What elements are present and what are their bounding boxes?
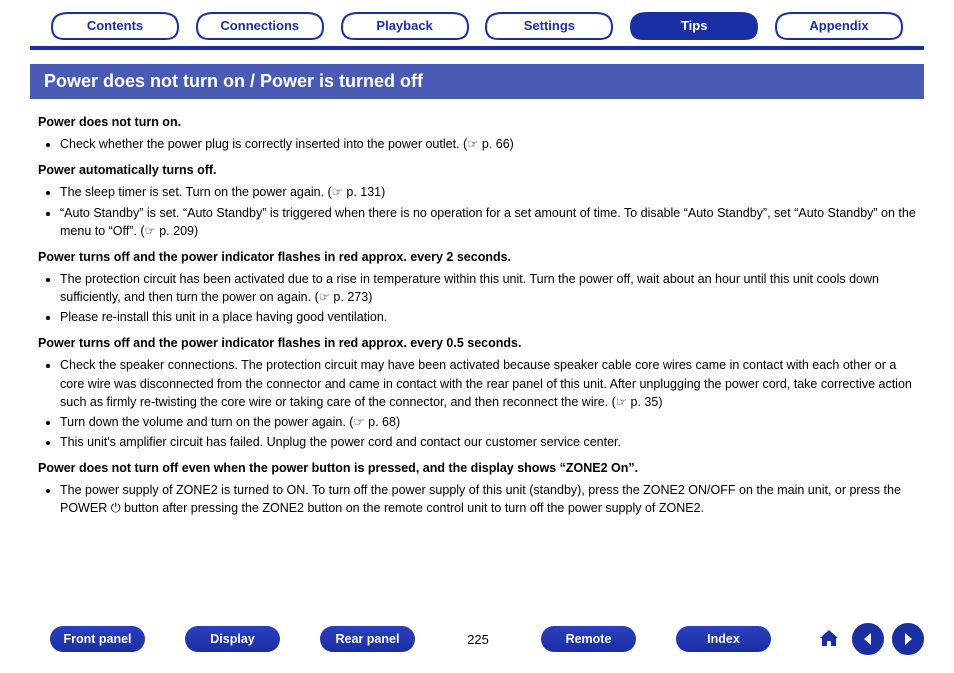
- link-display[interactable]: Display: [185, 626, 280, 652]
- tab-label: Tips: [681, 18, 708, 33]
- section-list: The sleep timer is set. Turn on the powe…: [38, 183, 916, 239]
- list-item: Turn down the volume and turn on the pow…: [60, 413, 916, 431]
- item-text: Turn down the volume and turn on the pow…: [60, 415, 346, 429]
- item-text: The sleep timer is set. Turn on the powe…: [60, 185, 324, 199]
- item-text: Check the speaker connections. The prote…: [60, 358, 912, 408]
- tab-contents[interactable]: Contents: [50, 12, 180, 40]
- section-list: The power supply of ZONE2 is turned to O…: [38, 481, 916, 517]
- tab-label: Contents: [87, 18, 143, 33]
- next-page-icon[interactable]: [892, 623, 924, 655]
- pointing-hand-icon: ☞: [319, 290, 330, 304]
- link-index[interactable]: Index: [676, 626, 771, 652]
- pointing-hand-icon: ☞: [353, 415, 364, 429]
- link-front-panel[interactable]: Front panel: [50, 626, 145, 652]
- list-item: The protection circuit has been activate…: [60, 270, 916, 306]
- page-ref[interactable]: p. 209: [156, 224, 194, 238]
- prev-page-icon[interactable]: [852, 623, 884, 655]
- page-number: 225: [455, 632, 501, 647]
- link-rear-panel[interactable]: Rear panel: [320, 626, 415, 652]
- item-text: This unit's amplifier circuit has failed…: [60, 435, 621, 449]
- tab-label: Connections: [220, 18, 299, 33]
- section-band: Power does not turn on / Power is turned…: [30, 64, 924, 99]
- section-list: Check whether the power plug is correctl…: [38, 135, 916, 153]
- section-list: Check the speaker connections. The prote…: [38, 356, 916, 451]
- section-title: Power does not turn off even when the po…: [38, 459, 916, 477]
- list-item: This unit's amplifier circuit has failed…: [60, 433, 916, 451]
- pointing-hand-icon: ☞: [467, 137, 478, 151]
- section-title: Power automatically turns off.: [38, 161, 916, 179]
- list-item: Please re-install this unit in a place h…: [60, 308, 916, 326]
- page-ref[interactable]: p. 68: [365, 415, 396, 429]
- tab-label: Appendix: [809, 18, 868, 33]
- tab-settings[interactable]: Settings: [484, 12, 614, 40]
- home-icon[interactable]: [814, 624, 844, 654]
- item-text: Check whether the power plug is correctl…: [60, 137, 460, 151]
- tab-appendix[interactable]: Appendix: [774, 12, 904, 40]
- item-text: The protection circuit has been activate…: [60, 272, 879, 304]
- list-item: “Auto Standby” is set. “Auto Standby” is…: [60, 204, 916, 240]
- list-item: Check whether the power plug is correctl…: [60, 135, 916, 153]
- item-text: The power supply of ZONE2 is turned to O…: [60, 483, 901, 515]
- list-item: The power supply of ZONE2 is turned to O…: [60, 481, 916, 517]
- section-title: Power does not turn on.: [38, 113, 916, 131]
- pointing-hand-icon: ☞: [616, 395, 627, 409]
- section-title: Power turns off and the power indicator …: [38, 248, 916, 266]
- item-text: Please re-install this unit in a place h…: [60, 310, 387, 324]
- tab-label: Settings: [524, 18, 575, 33]
- page-ref[interactable]: p. 131: [343, 185, 381, 199]
- list-item: Check the speaker connections. The prote…: [60, 356, 916, 410]
- pointing-hand-icon: ☞: [145, 224, 156, 238]
- list-item: The sleep timer is set. Turn on the powe…: [60, 183, 916, 201]
- link-remote[interactable]: Remote: [541, 626, 636, 652]
- tab-divider: [30, 46, 924, 50]
- tab-playback[interactable]: Playback: [340, 12, 470, 40]
- pointing-hand-icon: ☞: [332, 185, 343, 199]
- tab-label: Playback: [376, 18, 432, 33]
- section-title: Power turns off and the power indicator …: [38, 334, 916, 352]
- section-list: The protection circuit has been activate…: [38, 270, 916, 326]
- tab-connections[interactable]: Connections: [195, 12, 325, 40]
- page-ref[interactable]: p. 35: [627, 395, 658, 409]
- tab-tips[interactable]: Tips: [629, 12, 759, 40]
- page-ref[interactable]: p. 66: [478, 137, 509, 151]
- page-ref[interactable]: p. 273: [330, 290, 368, 304]
